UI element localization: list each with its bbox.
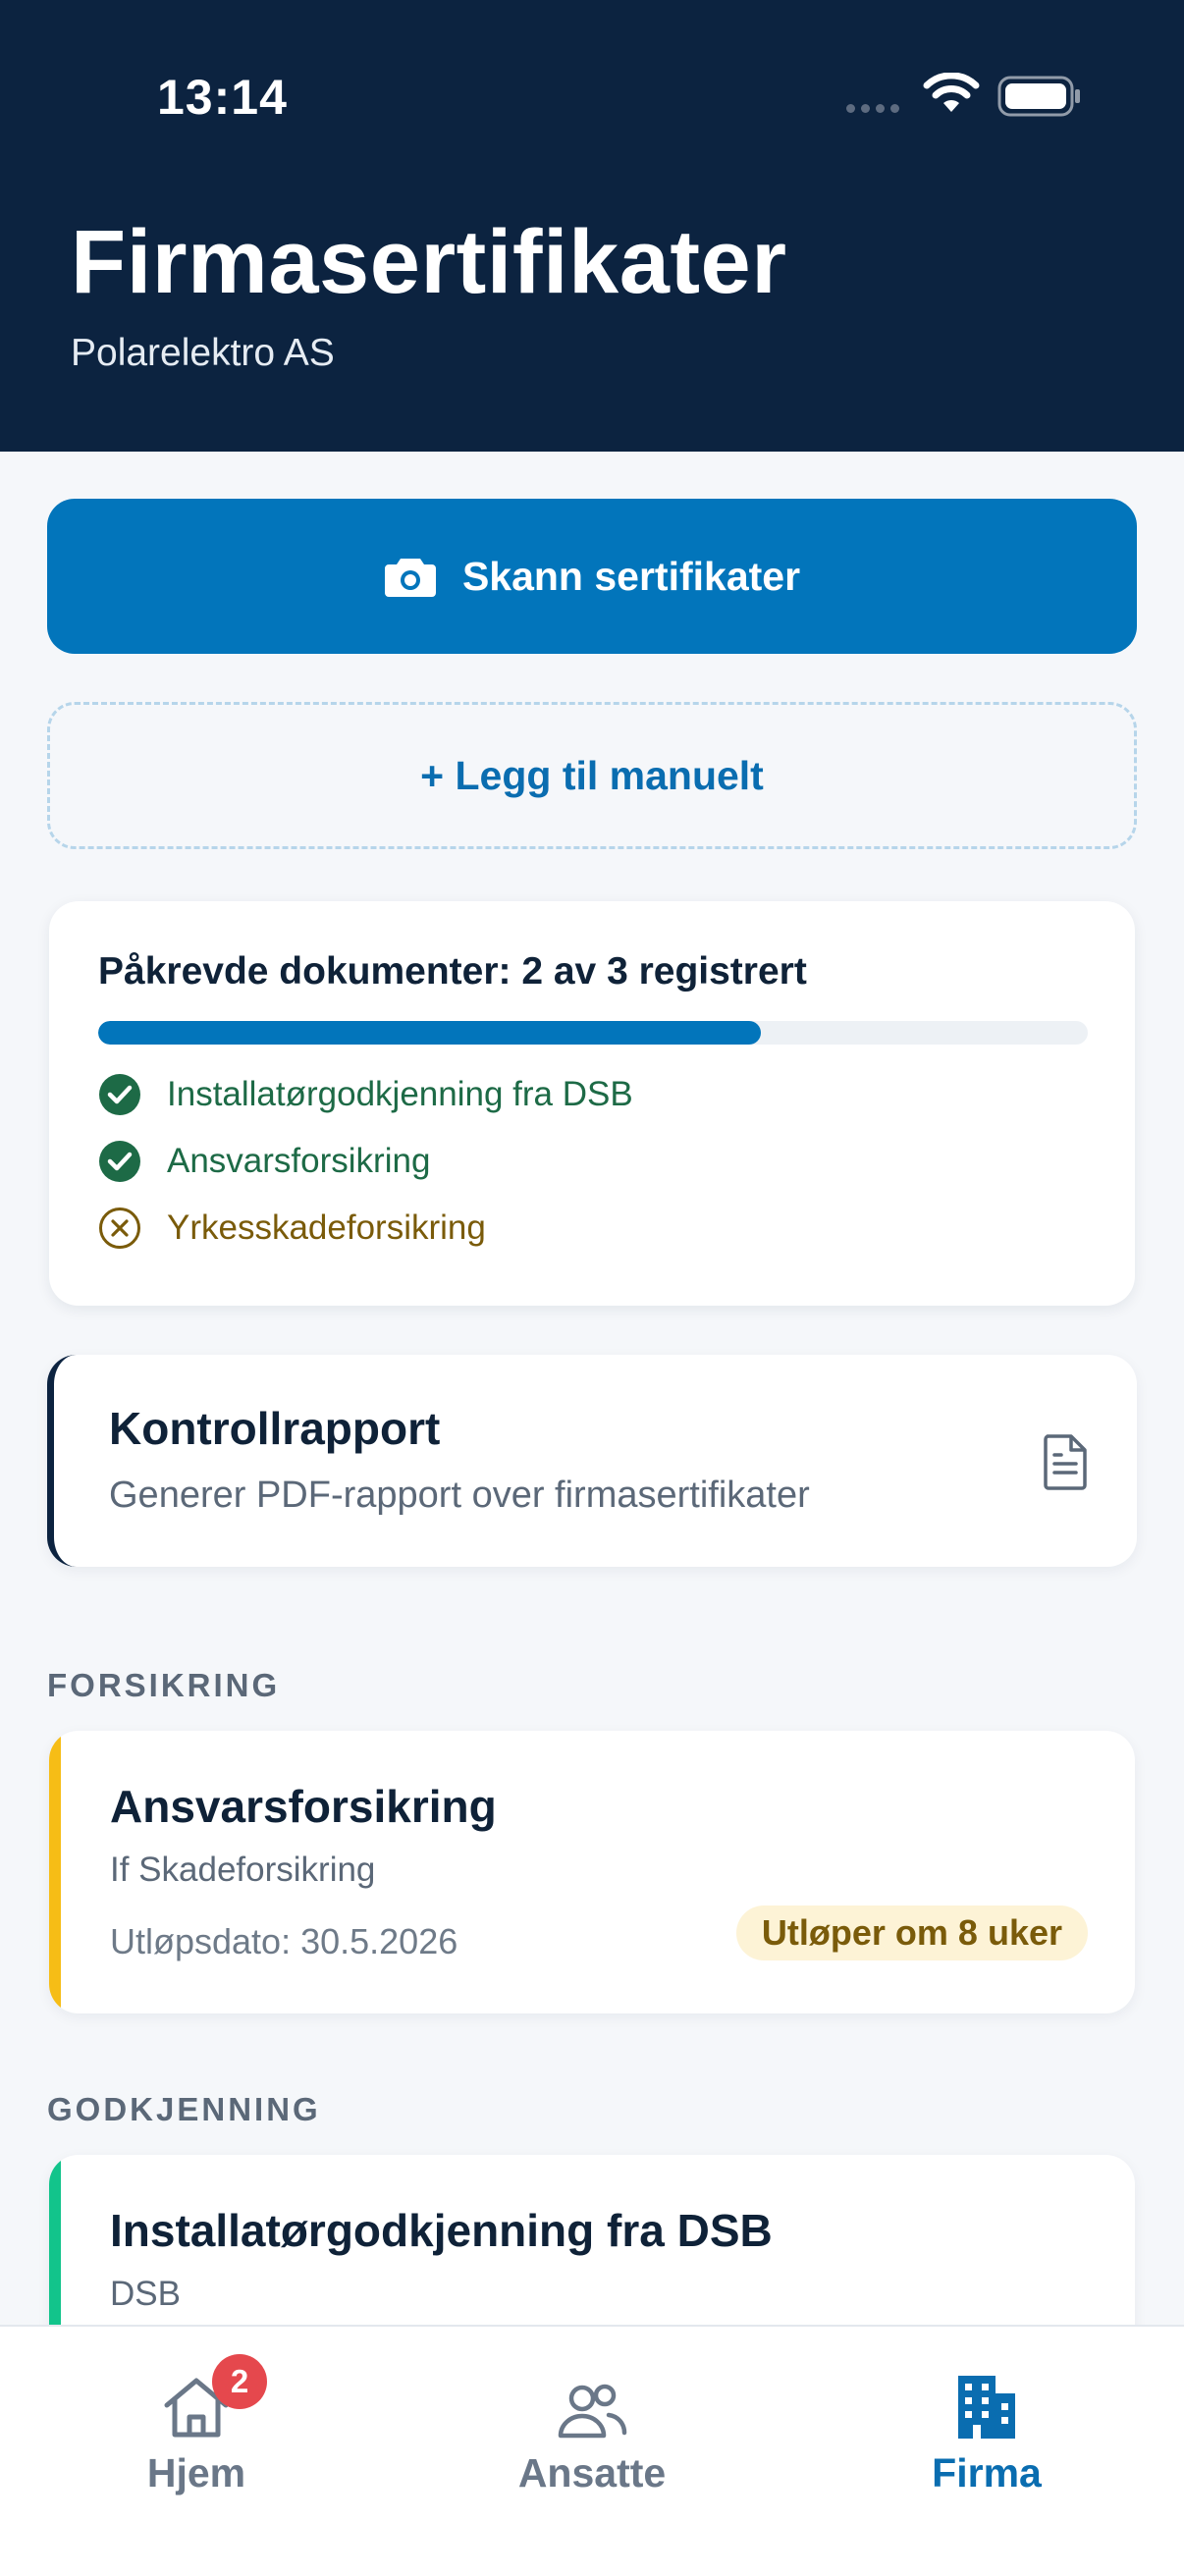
progress-fill	[98, 1021, 762, 1045]
document-icon	[1044, 1434, 1087, 1490]
required-item-occupational-injury: Yrkesskadeforsikring	[98, 1207, 486, 1250]
tab-label: Ansatte	[517, 2450, 667, 2496]
section-label-insurance: FORSIKRING	[47, 1667, 281, 1703]
report-subtitle: Generer PDF-rapport over firmasertifikat…	[109, 1475, 810, 1516]
check-circle-icon	[99, 1074, 140, 1115]
status-time: 13:14	[157, 70, 288, 125]
camera-icon	[384, 559, 436, 597]
add-manually-label: + Legg til manuelt	[420, 752, 764, 798]
certificate-title: Installatørgodkjenning fra DSB	[110, 2205, 773, 2256]
battery-icon	[997, 76, 1080, 117]
tab-employees[interactable]: Ansatte	[445, 2364, 739, 2496]
users-icon	[558, 2384, 627, 2439]
tab-company[interactable]: Firma	[839, 2364, 1134, 2496]
certificate-card-liability[interactable]: Ansvarsforsikring If Skadeforsikring Utl…	[49, 1731, 1135, 2013]
required-documents-card: Påkrevde dokumenter: 2 av 3 registrert I…	[49, 901, 1135, 1306]
certificate-issuer: If Skadeforsikring	[110, 1851, 376, 1889]
required-documents-progress	[98, 1021, 1088, 1045]
app-header: 13:14 Firmasertifikater Polarelektro AS	[0, 0, 1184, 452]
tab-label: Hjem	[146, 2450, 246, 2496]
required-documents-title: Påkrevde dokumenter: 2 av 3 registrert	[98, 950, 807, 993]
certificate-issuer: DSB	[110, 2275, 181, 2313]
bottom-tab-bar: 2 Hjem Ansatte Firma	[0, 2325, 1184, 2576]
cellular-signal-icon	[846, 104, 899, 113]
check-circle-icon	[99, 1141, 140, 1182]
certificate-expiry: Utløpsdato: 30.5.2026	[110, 1921, 458, 1961]
notification-badge: 2	[212, 2354, 267, 2409]
company-name: Polarelektro AS	[71, 332, 335, 374]
scan-certificates-button[interactable]: Skann sertifikater	[47, 499, 1137, 654]
expiry-badge: Utløper om 8 uker	[735, 1905, 1088, 1960]
x-circle-icon	[99, 1208, 140, 1249]
add-manually-button[interactable]: + Legg til manuelt	[47, 702, 1137, 849]
building-icon	[958, 2376, 1015, 2439]
tab-label: Firma	[932, 2450, 1042, 2496]
page-title: Firmasertifikater	[71, 212, 787, 312]
control-report-card[interactable]: Kontrollrapport Generer PDF-rapport over…	[47, 1355, 1137, 1567]
wifi-icon	[923, 73, 980, 112]
status-stripe	[49, 1731, 61, 2013]
section-label-approval: GODKJENNING	[47, 2091, 321, 2127]
required-item-label: Installatørgodkjenning fra DSB	[167, 1075, 633, 1113]
scan-button-label: Skann sertifikater	[461, 553, 801, 599]
required-item-label: Yrkesskadeforsikring	[167, 1208, 486, 1247]
required-item-liability: Ansvarsforsikring	[98, 1140, 430, 1183]
report-title: Kontrollrapport	[109, 1403, 441, 1454]
required-item-dsb: Installatørgodkjenning fra DSB	[98, 1073, 633, 1116]
required-item-label: Ansvarsforsikring	[167, 1142, 431, 1180]
certificate-title: Ansvarsforsikring	[110, 1781, 497, 1832]
tab-home[interactable]: 2 Hjem	[49, 2354, 344, 2496]
